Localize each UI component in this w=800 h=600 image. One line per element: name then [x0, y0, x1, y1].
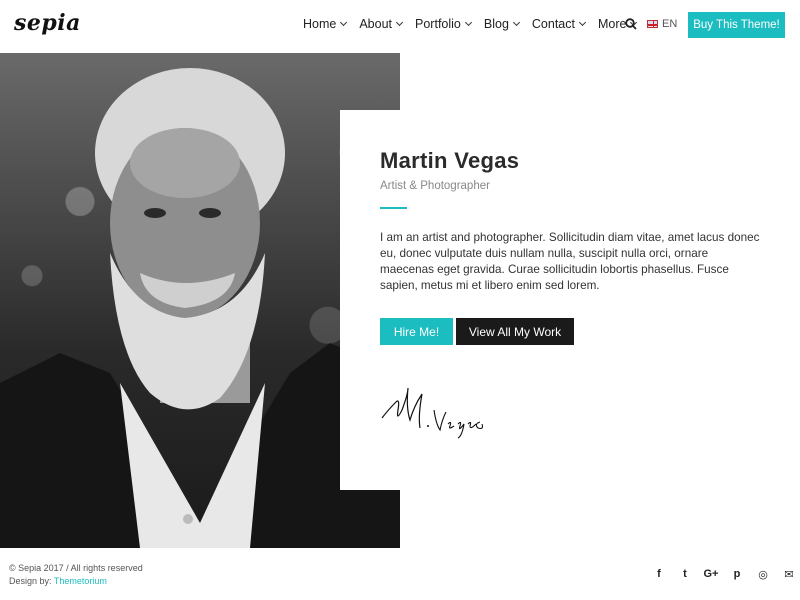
- nav-label: Portfolio: [415, 17, 461, 31]
- chevron-down-icon: [340, 18, 348, 27]
- nav-item-portfolio[interactable]: Portfolio: [415, 17, 472, 31]
- signature-image: [381, 387, 484, 439]
- buy-theme-button[interactable]: Buy This Theme!: [688, 12, 785, 38]
- nav-item-blog[interactable]: Blog: [483, 17, 520, 31]
- design-credit: Design by: Themetorium: [9, 576, 107, 586]
- nav-label: About: [359, 17, 393, 31]
- facebook-icon[interactable]: f: [646, 568, 672, 581]
- dribbble-icon[interactable]: ◎: [750, 568, 776, 581]
- pinterest-icon[interactable]: p: [724, 568, 750, 581]
- chevron-down-icon: [395, 18, 404, 27]
- chevron-down-icon: [464, 18, 472, 27]
- nav-label: Contact: [531, 17, 575, 31]
- email-icon[interactable]: ✉: [776, 568, 800, 581]
- designer-link[interactable]: Themetorium: [54, 576, 107, 586]
- hire-me-button[interactable]: Hire Me!: [380, 318, 453, 345]
- twitter-icon[interactable]: t: [672, 568, 698, 581]
- site-footer: © Sepia 2017 / All rights reserved Desig…: [0, 548, 800, 600]
- chevron-down-icon: [578, 18, 587, 27]
- uk-flag-icon: [647, 20, 658, 28]
- search-icon[interactable]: [625, 18, 637, 30]
- nav-item-contact[interactable]: Contact: [531, 17, 587, 31]
- design-by-label: Design by:: [9, 576, 52, 586]
- language-label: EN: [662, 18, 678, 30]
- profile-role: Artist & Photographer: [380, 180, 490, 192]
- chevron-down-icon: [512, 18, 520, 27]
- accent-divider: [380, 207, 407, 209]
- social-links: f t G+ p ◎ ✉: [646, 568, 800, 581]
- site-header: sepia Home About Portfolio Blog Contact …: [0, 0, 800, 52]
- language-selector[interactable]: EN: [647, 18, 677, 30]
- nav-label: Blog: [483, 17, 509, 31]
- copyright-text: © Sepia 2017 / All rights reserved: [9, 563, 143, 573]
- profile-name: Martin Vegas: [380, 148, 520, 173]
- nav-item-home[interactable]: Home: [303, 17, 348, 31]
- nav-label: Home: [303, 17, 337, 31]
- main-nav: Home About Portfolio Blog Contact More: [303, 17, 649, 31]
- profile-bio: I am an artist and photographer. Sollici…: [380, 231, 760, 292]
- google-plus-icon[interactable]: G+: [698, 568, 724, 581]
- nav-label: More: [598, 17, 627, 31]
- site-logo[interactable]: sepia: [14, 10, 81, 36]
- nav-item-about[interactable]: About: [359, 17, 404, 31]
- view-all-work-button[interactable]: View All My Work: [456, 318, 574, 345]
